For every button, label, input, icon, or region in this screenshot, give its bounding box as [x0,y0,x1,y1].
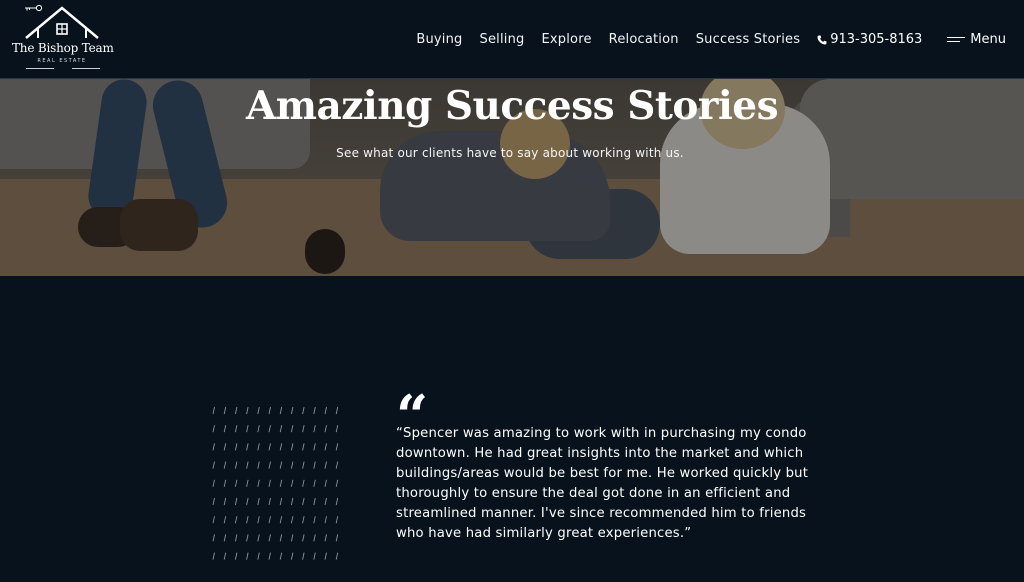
menu-button[interactable]: Menu [947,32,1006,47]
testimonial-text: “Spencer was amazing to work with in pur… [396,426,809,541]
site-header: The Bishop Team REAL ESTATE Buying Selli… [0,0,1024,79]
menu-label: Menu [970,32,1006,47]
page-title: Amazing Success Stories [245,83,779,129]
logo-divider-left [26,68,54,69]
brand-logo[interactable]: The Bishop Team REAL ESTATE [12,4,114,76]
brand-tagline: REAL ESTATE [37,58,87,64]
logo-divider-right [72,68,100,69]
main-nav: Buying Selling Explore Relocation Succes… [416,0,1024,79]
hero-banner: Amazing Success Stories See what our cli… [0,79,1024,276]
hamburger-icon [947,35,966,45]
phone-icon [817,35,827,44]
key-icon [25,4,43,12]
decorative-slash-pattern [212,406,339,560]
brand-name: The Bishop Team [12,41,114,55]
nav-explore[interactable]: Explore [541,32,591,47]
nav-buying[interactable]: Buying [416,32,462,47]
nav-relocation[interactable]: Relocation [609,32,679,47]
page-subtitle: See what our clients have to say about w… [336,146,684,160]
testimonial-author-placeholder [396,556,486,570]
phone-number: 913-305-8163 [830,32,923,47]
phone-link[interactable]: 913-305-8163 [817,32,922,47]
nav-selling[interactable]: Selling [480,32,525,47]
nav-success-stories[interactable]: Success Stories [696,32,801,47]
